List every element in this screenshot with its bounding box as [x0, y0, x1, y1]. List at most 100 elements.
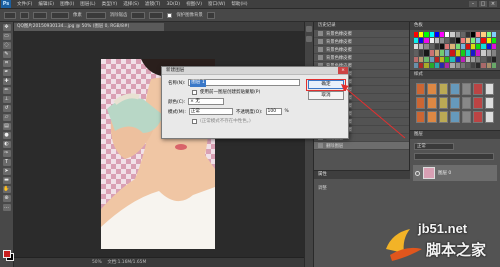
color-swatch[interactable] — [419, 38, 424, 44]
color-swatch[interactable] — [434, 38, 439, 44]
quick-select-tool-icon[interactable]: ✎ — [2, 51, 11, 58]
color-swatch[interactable] — [471, 38, 476, 44]
color-swatch[interactable] — [439, 44, 445, 50]
color-swatch[interactable] — [419, 50, 424, 56]
color-swatch[interactable] — [439, 32, 445, 38]
color-swatch[interactable] — [455, 56, 460, 62]
color-swatch[interactable] — [471, 62, 476, 68]
dialog-close-icon[interactable]: × — [338, 67, 348, 74]
hand-tool-icon[interactable]: ✋ — [2, 186, 11, 193]
healing-tool-icon[interactable]: ✚ — [2, 78, 11, 85]
style-preset[interactable] — [427, 97, 437, 109]
stamp-tool-icon[interactable]: ⊥ — [2, 96, 11, 103]
style-preset[interactable] — [461, 111, 472, 123]
color-swatch[interactable] — [455, 44, 460, 50]
zoom-tool-icon[interactable]: ⊕ — [2, 195, 11, 202]
color-swatch[interactable] — [465, 56, 471, 62]
color-swatch[interactable] — [481, 44, 486, 50]
menu-select[interactable]: 选择(S) — [120, 1, 142, 7]
color-swatch[interactable] — [445, 38, 450, 44]
color-swatch[interactable] — [445, 56, 450, 62]
style-preset[interactable] — [438, 83, 449, 95]
color-swatch[interactable] — [450, 44, 455, 50]
history-panel-title[interactable]: 历史记录 — [314, 22, 409, 30]
style-preset[interactable] — [484, 83, 494, 95]
protect-checkbox[interactable] — [167, 12, 173, 18]
menu-view[interactable]: 视图(V) — [183, 1, 205, 7]
color-swatch[interactable] — [414, 62, 419, 68]
color-swatch[interactable] — [465, 32, 471, 38]
color-swatch[interactable] — [486, 56, 491, 62]
color-swatch[interactable] — [481, 32, 486, 38]
pressure-icon[interactable] — [206, 11, 215, 19]
status-zoom[interactable]: 50% — [92, 260, 102, 265]
color-swatch[interactable] — [481, 50, 486, 56]
color-swatch[interactable] — [414, 38, 419, 44]
color-swatch[interactable] — [471, 50, 476, 56]
color-swatch[interactable] — [439, 50, 445, 56]
style-preset[interactable] — [461, 97, 472, 109]
style-preset[interactable] — [473, 111, 483, 123]
swatch-grid[interactable] — [414, 32, 496, 68]
color-swatch[interactable] — [424, 62, 429, 68]
gradient-tool-icon[interactable]: ▤ — [2, 123, 11, 130]
color-swatch[interactable] — [434, 44, 439, 50]
color-dropdown[interactable]: × 无 — [188, 98, 225, 105]
menu-filter[interactable]: 滤镜(T) — [142, 1, 164, 7]
color-swatch[interactable] — [434, 32, 439, 38]
color-swatch[interactable] — [460, 38, 465, 44]
color-swatch[interactable] — [476, 38, 481, 44]
color-swatch[interactable] — [471, 56, 476, 62]
style-preset[interactable] — [473, 83, 483, 95]
color-swatch[interactable] — [491, 44, 496, 50]
style-preset[interactable] — [484, 111, 494, 123]
color-swatch[interactable] — [455, 32, 460, 38]
lock-options-row[interactable] — [414, 153, 494, 160]
color-swatch[interactable] — [486, 44, 491, 50]
type-tool-icon[interactable]: T — [2, 159, 11, 166]
properties-panel-title[interactable]: 属性 — [314, 171, 410, 179]
history-item[interactable]: 删除图层 — [314, 142, 409, 150]
tolerance-field[interactable] — [85, 11, 106, 19]
tolerance-dropdown[interactable] — [149, 11, 164, 19]
brush-size-picker[interactable] — [20, 11, 29, 19]
style-preset[interactable] — [427, 83, 437, 95]
menu-image[interactable]: 图像(I) — [57, 1, 77, 7]
style-preset[interactable] — [416, 83, 426, 95]
color-swatch[interactable] — [491, 56, 496, 62]
style-preset[interactable] — [461, 83, 472, 95]
color-swatch[interactable] — [491, 32, 496, 38]
minimize-icon[interactable]: – — [469, 1, 477, 7]
pen-tool-icon[interactable]: ✑ — [2, 150, 11, 157]
layer-row[interactable]: 图层 0 — [413, 165, 497, 181]
color-swatch[interactable] — [429, 62, 434, 68]
color-swatch[interactable] — [471, 32, 476, 38]
maximize-icon[interactable]: □ — [479, 1, 487, 7]
mode-dropdown[interactable]: 正常 — [188, 108, 233, 115]
color-swatch[interactable] — [445, 32, 450, 38]
menu-edit[interactable]: 编辑(E) — [35, 1, 57, 7]
color-swatch[interactable] — [476, 50, 481, 56]
color-swatch[interactable] — [486, 32, 491, 38]
color-swatch[interactable] — [465, 44, 471, 50]
color-swatch[interactable] — [465, 62, 471, 68]
document-tab[interactable]: QQ图片20150930134...jpg @ 50% (图层 0, RGB/8… — [14, 23, 164, 31]
color-swatch[interactable] — [429, 50, 434, 56]
color-swatch[interactable] — [429, 32, 434, 38]
color-swatch[interactable] — [445, 62, 450, 68]
color-swatch[interactable] — [491, 62, 496, 68]
menu-3d[interactable]: 3D(D) — [163, 2, 183, 7]
opacity-input[interactable]: 100 — [265, 108, 282, 115]
color-swatch[interactable] — [460, 44, 465, 50]
color-swatch[interactable] — [424, 56, 429, 62]
style-preset[interactable] — [473, 97, 483, 109]
brush-tool-icon[interactable]: ✏ — [2, 87, 11, 94]
color-swatch[interactable] — [481, 56, 486, 62]
dodge-tool-icon[interactable]: ◐ — [2, 141, 11, 148]
menu-type[interactable]: 类型(Y) — [99, 1, 121, 7]
color-swatch[interactable] — [434, 62, 439, 68]
color-swatch[interactable] — [434, 56, 439, 62]
color-swatch[interactable] — [424, 38, 429, 44]
color-swatch[interactable] — [476, 32, 481, 38]
style-grid[interactable] — [416, 83, 494, 123]
